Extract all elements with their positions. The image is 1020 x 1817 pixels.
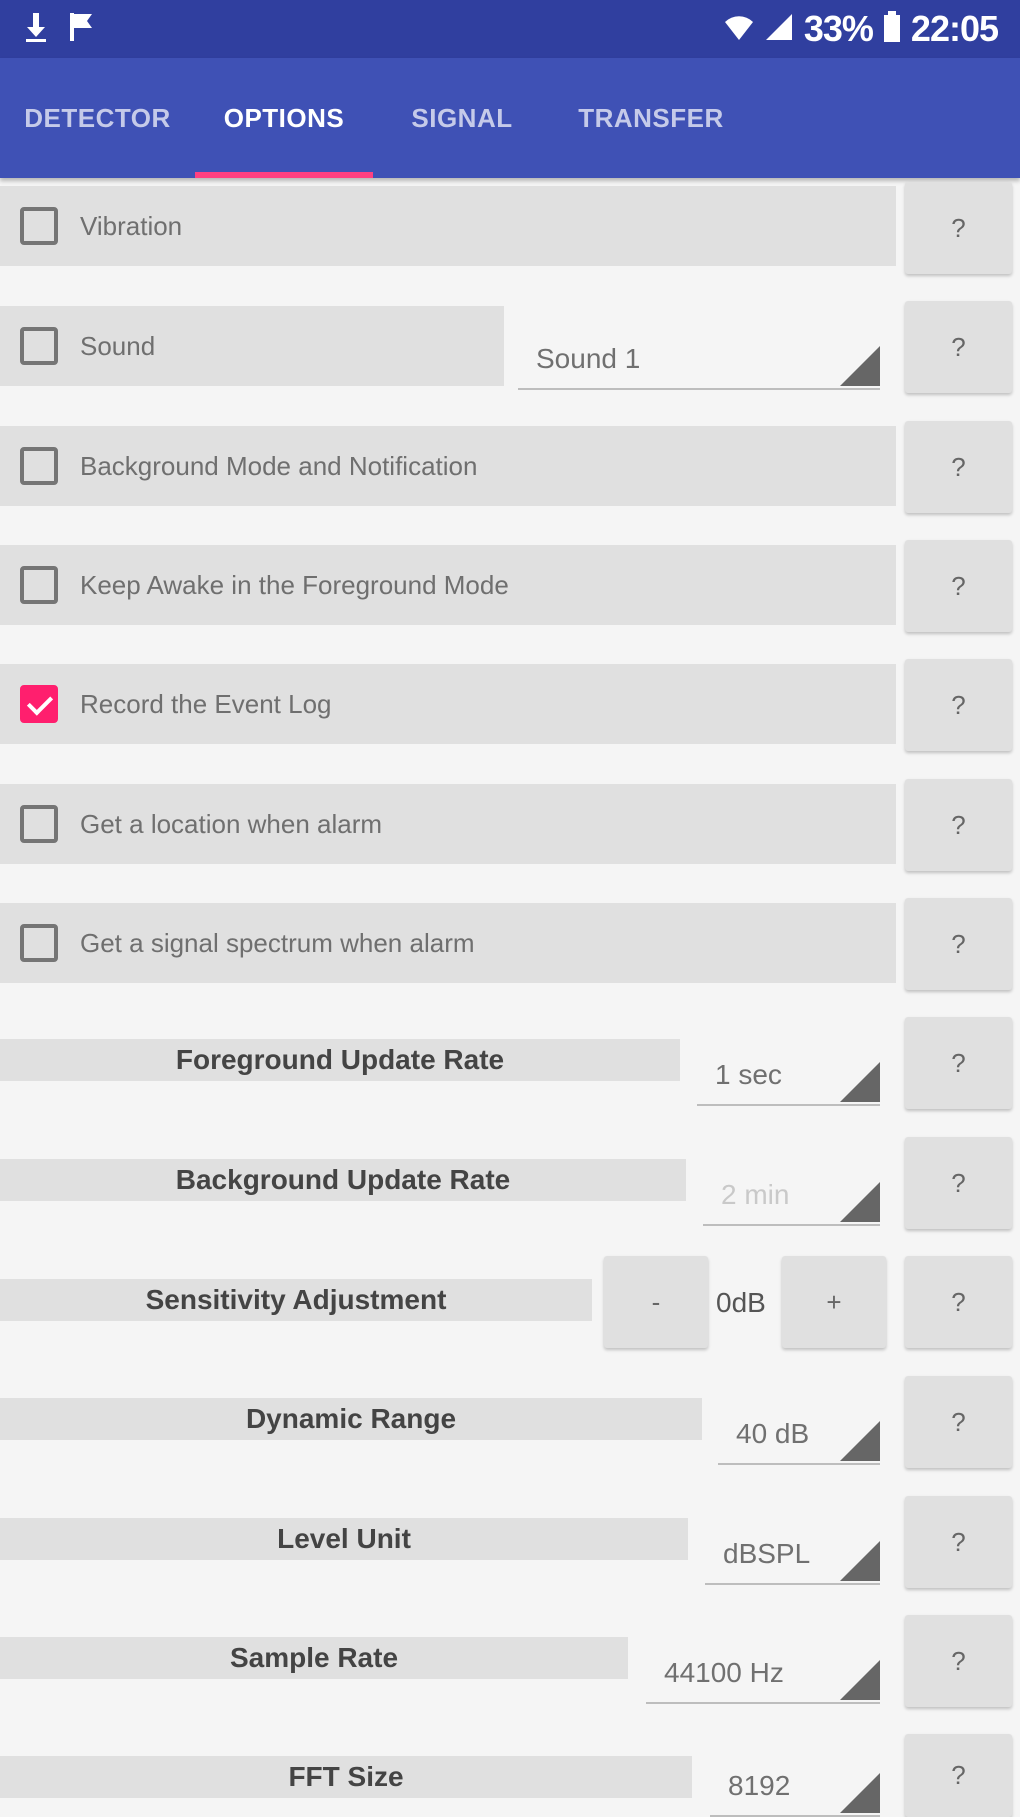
location-label: Get a location when alarm [80, 809, 383, 839]
spectrum-checkbox[interactable] [20, 924, 58, 962]
dropdown-triangle-icon [840, 1421, 880, 1461]
sample-rate-value: 44100 Hz [664, 1657, 784, 1688]
download-icon [24, 11, 48, 48]
vibration-label: Vibration [80, 211, 183, 241]
foreground-update-rate-help-button[interactable]: ? [905, 1017, 1012, 1109]
clock: 22:05 [910, 8, 999, 49]
sensitivity-value: 0dB [716, 1287, 766, 1318]
wifi-icon [724, 12, 754, 47]
sensitivity-decrease-button[interactable]: - [604, 1256, 708, 1348]
keep-awake-checkbox[interactable] [20, 566, 58, 604]
sample-rate-help-button[interactable]: ? [905, 1615, 1012, 1707]
spectrum-help-button[interactable]: ? [905, 898, 1012, 990]
dynamic-range-value: 40 dB [736, 1418, 810, 1449]
dropdown-triangle-icon [840, 346, 880, 386]
foreground-update-rate-label: Foreground Update Rate [0, 1039, 680, 1081]
vibration-option[interactable]: Vibration [0, 186, 896, 266]
level-unit-label: Level Unit [0, 1518, 688, 1560]
background-mode-checkbox[interactable] [20, 447, 58, 485]
signal-icon [764, 12, 794, 47]
event-log-help-button[interactable]: ? [905, 659, 1012, 751]
dropdown-triangle-icon [840, 1660, 880, 1700]
battery-percent: 33% [803, 8, 874, 49]
foreground-update-rate-value: 1 sec [715, 1059, 782, 1090]
tab-signal[interactable]: SIGNAL [373, 58, 551, 178]
sound-select-value: Sound 1 [536, 343, 641, 374]
dynamic-range-label: Dynamic Range [0, 1398, 702, 1440]
keep-awake-help-button[interactable]: ? [905, 540, 1012, 632]
location-option[interactable]: Get a location when alarm [0, 784, 896, 864]
vibration-help-button[interactable]: ? [905, 182, 1012, 274]
level-unit-select[interactable]: dBSPL [705, 1525, 880, 1585]
sound-label: Sound [80, 331, 156, 361]
sound-select[interactable]: Sound 1 [518, 330, 880, 390]
fft-size-label: FFT Size [0, 1756, 692, 1798]
background-update-rate-select[interactable]: 2 min [703, 1166, 880, 1226]
background-update-rate-value: 2 min [721, 1179, 790, 1210]
tab-options[interactable]: OPTIONS [195, 58, 373, 178]
spectrum-option[interactable]: Get a signal spectrum when alarm [0, 903, 896, 983]
status-bar: 33% 22:05 [0, 0, 1020, 58]
vibration-checkbox[interactable] [20, 207, 58, 245]
event-log-label: Record the Event Log [80, 689, 332, 719]
background-update-rate-label: Background Update Rate [0, 1159, 686, 1201]
sound-checkbox[interactable] [20, 327, 58, 365]
event-log-option[interactable]: Record the Event Log [0, 664, 896, 744]
sensitivity-increase-button[interactable]: + [782, 1256, 886, 1348]
sensitivity-adjustment-label: Sensitivity Adjustment [0, 1279, 592, 1321]
keep-awake-label: Keep Awake in the Foreground Mode [80, 570, 509, 600]
background-mode-label: Background Mode and Notification [80, 451, 478, 481]
sensitivity-help-button[interactable]: ? [905, 1256, 1012, 1348]
dropdown-triangle-icon [840, 1541, 880, 1581]
level-unit-value: dBSPL [723, 1538, 811, 1569]
sample-rate-label: Sample Rate [0, 1637, 628, 1679]
dynamic-range-help-button[interactable]: ? [905, 1376, 1012, 1468]
dropdown-triangle-icon [840, 1062, 880, 1102]
fft-size-select[interactable]: 8192 [710, 1757, 880, 1817]
sound-help-button[interactable]: ? [905, 301, 1012, 393]
tab-transfer[interactable]: TRANSFER [551, 58, 751, 178]
tab-indicator [195, 172, 373, 178]
flag-icon [68, 11, 96, 48]
dropdown-triangle-icon [840, 1773, 880, 1813]
spectrum-label: Get a signal spectrum when alarm [80, 928, 475, 958]
event-log-checkbox[interactable] [20, 685, 58, 723]
background-update-rate-help-button[interactable]: ? [905, 1137, 1012, 1229]
level-unit-help-button[interactable]: ? [905, 1496, 1012, 1588]
background-mode-help-button[interactable]: ? [905, 421, 1012, 513]
tab-detector[interactable]: DETECTOR [0, 58, 195, 178]
tab-bar: DETECTOR OPTIONS SIGNAL TRANSFER [0, 58, 1020, 178]
dynamic-range-select[interactable]: 40 dB [718, 1405, 880, 1465]
location-checkbox[interactable] [20, 805, 58, 843]
fft-size-help-button[interactable]: ? [905, 1734, 1012, 1817]
battery-icon [883, 10, 901, 48]
sample-rate-select[interactable]: 44100 Hz [646, 1644, 880, 1704]
keep-awake-option[interactable]: Keep Awake in the Foreground Mode [0, 545, 896, 625]
sound-option[interactable]: Sound [0, 306, 504, 386]
background-mode-option[interactable]: Background Mode and Notification [0, 426, 896, 506]
dropdown-triangle-icon [840, 1182, 880, 1222]
fft-size-value: 8192 [728, 1770, 791, 1801]
foreground-update-rate-select[interactable]: 1 sec [697, 1046, 880, 1106]
location-help-button[interactable]: ? [905, 779, 1012, 871]
